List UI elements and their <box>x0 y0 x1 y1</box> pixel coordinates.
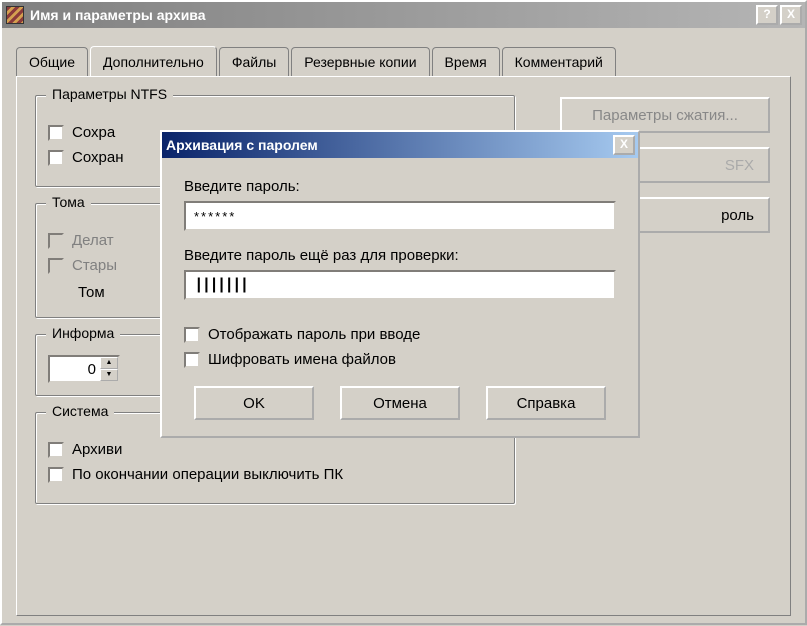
system-background-row[interactable]: Архиви <box>48 441 502 458</box>
checkbox-icon <box>48 258 64 274</box>
system-shutdown-row[interactable]: По окончании операции выключить ПК <box>48 466 502 483</box>
help-button[interactable]: Справка <box>486 386 606 420</box>
ntfs-save-streams-label: Сохран <box>72 149 123 166</box>
show-password-label: Отображать пароль при вводе <box>208 326 420 343</box>
close-button[interactable]: X <box>780 5 802 25</box>
ok-button[interactable]: OK <box>194 386 314 420</box>
checkbox-icon[interactable] <box>48 150 64 166</box>
main-title: Имя и параметры архива <box>30 7 756 23</box>
password-input[interactable] <box>184 201 616 231</box>
tab-strip: Общие Дополнительно Файлы Резервные копи… <box>16 46 791 76</box>
ntfs-save-security-label: Сохра <box>72 124 115 141</box>
password-dialog: Архивация с паролем X Введите пароль: Вв… <box>160 130 640 438</box>
spinner-down-icon[interactable]: ▼ <box>100 369 118 381</box>
main-titlebar: Имя и параметры архива ? X <box>2 2 805 28</box>
confirm-password-label: Введите пароль ещё раз для проверки: <box>184 247 616 264</box>
help-button[interactable]: ? <box>756 5 778 25</box>
tab-time[interactable]: Время <box>432 47 500 77</box>
password-label: Введите пароль: <box>184 178 616 195</box>
recovery-record-spinner[interactable]: ▲ ▼ <box>48 355 120 383</box>
dialog-close-button[interactable]: X <box>613 135 635 155</box>
checkbox-icon[interactable] <box>48 467 64 483</box>
cancel-button[interactable]: Отмена <box>340 386 460 420</box>
recovery-record-input[interactable] <box>50 357 100 381</box>
tab-backup[interactable]: Резервные копии <box>291 47 429 77</box>
volumes-group-title: Тома <box>46 194 91 210</box>
encrypt-filenames-label: Шифровать имена файлов <box>208 351 396 368</box>
compression-params-button[interactable]: Параметры сжатия... <box>560 97 770 133</box>
tab-advanced[interactable]: Дополнительно <box>90 46 217 76</box>
show-password-row[interactable]: Отображать пароль при вводе <box>184 326 616 343</box>
tab-general[interactable]: Общие <box>16 47 88 77</box>
checkbox-icon[interactable] <box>48 125 64 141</box>
tab-comment[interactable]: Комментарий <box>502 47 616 77</box>
confirm-password-input[interactable] <box>184 270 616 300</box>
checkbox-icon <box>48 233 64 249</box>
spinner-up-icon[interactable]: ▲ <box>100 357 118 369</box>
system-group-title: Система <box>46 403 114 419</box>
volumes-independent-label: Делат <box>72 232 114 249</box>
info-group-title: Информа <box>46 325 120 341</box>
system-background-label: Архиви <box>72 441 122 458</box>
dialog-title: Архивация с паролем <box>166 137 613 153</box>
system-shutdown-label: По окончании операции выключить ПК <box>72 466 343 483</box>
ntfs-group-title: Параметры NTFS <box>46 86 173 102</box>
checkbox-icon[interactable] <box>184 327 200 343</box>
checkbox-icon[interactable] <box>48 442 64 458</box>
app-icon <box>6 6 24 24</box>
encrypt-filenames-row[interactable]: Шифровать имена файлов <box>184 351 616 368</box>
volumes-oldstyle-label: Стары <box>72 257 117 274</box>
dialog-titlebar: Архивация с паролем X <box>162 132 638 158</box>
checkbox-icon[interactable] <box>184 352 200 368</box>
tab-files[interactable]: Файлы <box>219 47 289 77</box>
